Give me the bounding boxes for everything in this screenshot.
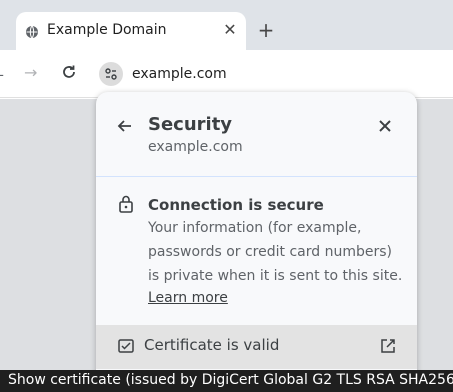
certificate-tooltip: Show certificate (issued by DigiCert Glo…: [0, 370, 453, 392]
globe-icon: [25, 24, 39, 39]
tab-title: Example Domain: [47, 22, 167, 38]
external-link-icon: [380, 338, 396, 354]
arrow-right-icon[interactable]: →: [24, 63, 37, 82]
address-bar[interactable]: example.com: [93, 56, 453, 92]
connection-status-title: Connection is secure: [148, 196, 324, 214]
lock-icon: [118, 194, 134, 214]
connection-description: Your information (for example, passwords…: [148, 220, 403, 284]
close-icon[interactable]: ✕: [220, 20, 240, 40]
certificate-label: Certificate is valid: [144, 336, 280, 354]
close-icon[interactable]: [376, 117, 394, 135]
reload-icon[interactable]: [60, 63, 78, 81]
arrow-left-icon[interactable]: –: [0, 65, 4, 84]
site-security-popup: Security example.com Connection is secur…: [96, 92, 417, 392]
back-arrow-icon[interactable]: [116, 117, 134, 135]
browser-tab[interactable]: Example Domain ✕: [16, 12, 246, 50]
toolbar: – → example.com: [0, 50, 453, 98]
learn-more-link[interactable]: Learn more: [148, 290, 228, 306]
tab-strip: Example Domain ✕ +: [0, 0, 453, 50]
popup-title: Security: [148, 114, 233, 135]
certificate-button[interactable]: Certificate is valid: [96, 325, 417, 369]
tune-icon[interactable]: [99, 62, 123, 86]
plus-icon[interactable]: +: [256, 20, 276, 40]
certificate-icon: [118, 338, 134, 354]
url-text[interactable]: example.com: [132, 66, 227, 82]
divider: [96, 176, 417, 177]
tooltip-text: Show certificate (issued by DigiCert Glo…: [8, 372, 453, 388]
popup-subtitle: example.com: [148, 139, 243, 155]
